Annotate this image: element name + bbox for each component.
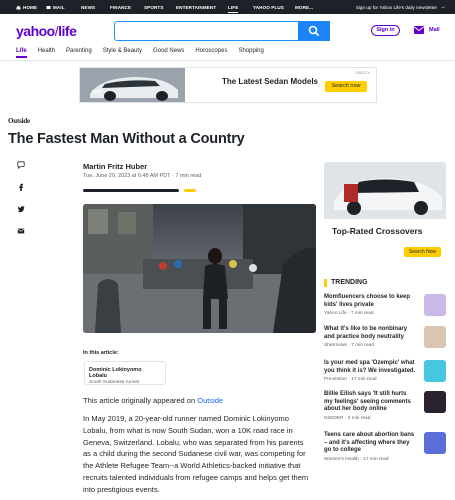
- nav-finance[interactable]: FINANCE: [110, 5, 131, 10]
- home-icon: [16, 5, 21, 9]
- mail-icon: [46, 5, 51, 9]
- section-tab-life[interactable]: Life: [16, 48, 27, 58]
- trending-thumbnail: [424, 432, 446, 454]
- section-tab-shopping[interactable]: Shopping: [238, 48, 263, 58]
- trending-source: Prevention: [324, 377, 347, 383]
- nav-entertainment[interactable]: ENTERTAINMENT: [176, 5, 216, 10]
- entity-description: South Sudanese runner: [89, 380, 140, 385]
- trending-thumbnail: [424, 391, 446, 413]
- trending-thumbnail: [424, 294, 446, 316]
- trending-item[interactable]: Teens care about abortion bans – and it'…: [324, 432, 446, 462]
- trending-read: 2 min read: [347, 415, 371, 421]
- trending-title: Teens care about abortion bans – and it'…: [324, 432, 415, 454]
- trending-read: 17 min read: [351, 377, 377, 383]
- newsletter-signup-link[interactable]: Sign up for Yahoo Life's daily newslette…: [356, 5, 437, 10]
- nav-news[interactable]: NEWS: [81, 5, 95, 10]
- section-tab-horoscopes[interactable]: Horoscopes: [195, 48, 227, 58]
- orig-prefix: This article originally appeared on: [83, 396, 198, 405]
- email-share-icon[interactable]: [17, 227, 25, 235]
- trending-title: Billie Eilish says 'It still hurts my fe…: [324, 391, 411, 413]
- trending-read: 17 min read: [363, 456, 389, 462]
- header-divider: [0, 60, 455, 61]
- nav-mail[interactable]: MAIL: [46, 5, 65, 10]
- trending-source: SheKnows: [324, 343, 347, 349]
- section-tab-style-beauty[interactable]: Style & Beauty: [103, 48, 142, 58]
- article-headline: The Fastest Man Without a Country: [8, 131, 245, 147]
- outside-link[interactable]: Outside: [197, 396, 223, 405]
- logo-main: yahoo: [16, 23, 55, 39]
- trending-read: 7 min read: [351, 343, 374, 349]
- source-logo[interactable]: Outside: [8, 117, 30, 125]
- ad-search-now-button[interactable]: Search now: [325, 81, 367, 92]
- yahoo-life-logo[interactable]: yahoo/life: [16, 23, 77, 39]
- trending-source: INSIDER: [324, 415, 344, 421]
- logo-section: life: [58, 23, 77, 39]
- side-ad-title: Top-Rated Crossovers: [332, 226, 423, 236]
- article-date: Tue, June 20, 2023 at 6:48 AM PDT: [83, 173, 171, 179]
- audio-indicator: [184, 189, 196, 192]
- section-tab-parenting[interactable]: Parenting: [66, 48, 92, 58]
- ad-brand: SUCCY: [356, 70, 371, 75]
- trending-thumbnail: [424, 360, 446, 382]
- trending-item[interactable]: What it's like to be nonbinary and pract…: [324, 326, 446, 348]
- nav-more[interactable]: MORE...: [295, 5, 313, 10]
- trending-source: Women's Health: [324, 456, 359, 462]
- trending-title: What it's like to be nonbinary and pract…: [324, 326, 408, 340]
- hero-image: [83, 204, 316, 333]
- section-tab-good-news[interactable]: Good News: [153, 48, 184, 58]
- nav-home-label: HOME: [23, 4, 38, 10]
- top-nav-bar: HOME MAIL NEWS FINANCE SPORTS ENTERTAINM…: [0, 0, 455, 14]
- article-meta: Tue, June 20, 2023 at 6:48 AM PDT · 7 mi…: [83, 173, 201, 179]
- mail-label[interactable]: Mail: [429, 27, 440, 33]
- section-nav: Life Health Parenting Style & Beauty Goo…: [16, 48, 275, 58]
- entity-card[interactable]: Dominic Lokinyomo Lobalu South Sudanese …: [84, 361, 166, 385]
- trending-title: Momfluencers choose to keep kids' lives …: [324, 294, 411, 308]
- trending-item[interactable]: Is your med spa 'Ozempic' what you think…: [324, 360, 446, 382]
- trending-meta: INSIDER · 2 min read: [324, 415, 371, 421]
- read-time: 7 min read: [175, 173, 202, 179]
- trending-read: 7 min read: [350, 311, 374, 317]
- comment-icon[interactable]: [17, 161, 25, 169]
- facebook-icon[interactable]: [17, 183, 25, 191]
- trending-title: Is your med spa 'Ozempic' what you think…: [324, 360, 416, 374]
- arrow-right-icon[interactable]: →: [440, 4, 446, 10]
- trending-thumbnail: [424, 326, 446, 348]
- trending-item[interactable]: Momfluencers choose to keep kids' lives …: [324, 294, 446, 316]
- author-name[interactable]: Martin Fritz Huber: [83, 162, 147, 171]
- nav-sports[interactable]: SPORTS: [144, 5, 164, 10]
- mail-envelope-icon[interactable]: [414, 26, 424, 34]
- article-body: In May 2019, a 20-year-old runner named …: [83, 414, 309, 494]
- trending-item[interactable]: Billie Eilish says 'It still hurts my fe…: [324, 391, 446, 421]
- twitter-icon[interactable]: [17, 205, 25, 213]
- nav-mail-label: MAIL: [53, 4, 65, 10]
- search-icon: [308, 25, 319, 36]
- side-ad-search-button[interactable]: Search Now: [404, 247, 441, 257]
- trending-meta: Women's Health · 17 min read: [324, 456, 389, 462]
- section-tab-health[interactable]: Health: [38, 48, 55, 58]
- sign-in-button[interactable]: Sign in: [371, 25, 400, 36]
- search-button[interactable]: [298, 21, 330, 41]
- ad-title: The Latest Sedan Models: [221, 77, 319, 86]
- original-source-line: This article originally appeared on Outs…: [83, 396, 223, 405]
- nav-yahoo-plus[interactable]: YAHOO PLUS: [253, 5, 284, 10]
- trending-heading: TRENDING: [331, 279, 368, 286]
- trending-accent: [324, 279, 327, 287]
- in-article-label: In this article:: [83, 350, 119, 356]
- nav-life[interactable]: LIFE: [228, 5, 239, 13]
- side-ad-image: [324, 162, 446, 219]
- ad-car-image: [80, 68, 185, 102]
- audio-progress-bar[interactable]: [83, 189, 179, 192]
- trending-source: Yahoo Life: [324, 311, 347, 317]
- banner-ad[interactable]: The Latest Sedan Models Search now SUCCY: [79, 67, 377, 103]
- entity-name: Dominic Lokinyomo Lobalu: [89, 367, 142, 379]
- nav-home[interactable]: HOME: [16, 5, 37, 10]
